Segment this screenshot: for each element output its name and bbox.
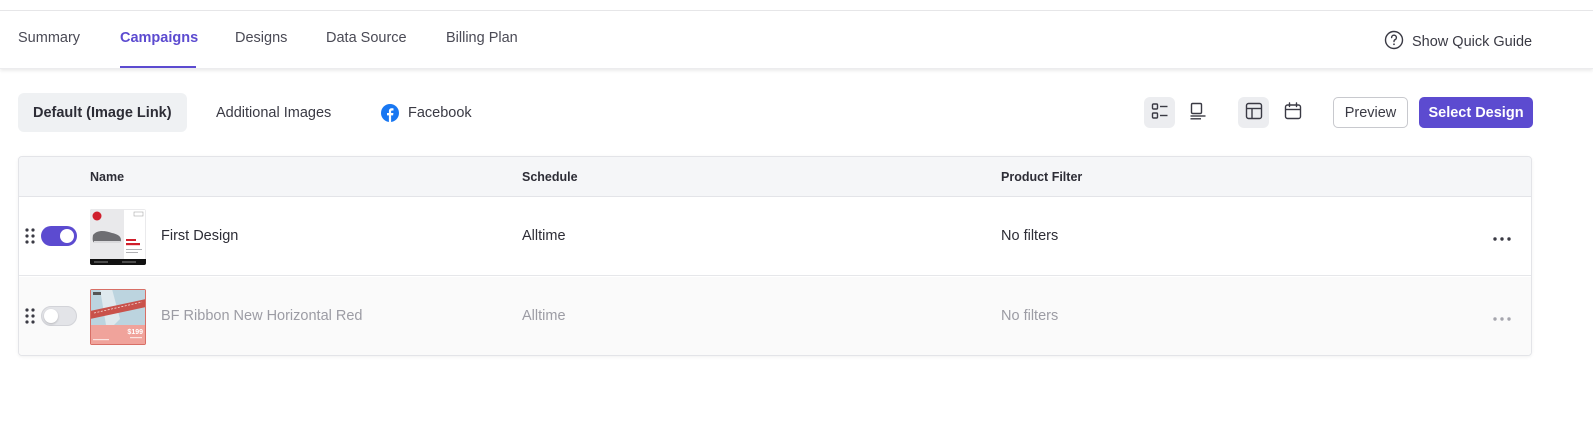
tab-designs[interactable]: Designs	[235, 30, 287, 46]
more-horizontal-icon	[1492, 309, 1512, 325]
compact-view-icon	[1188, 101, 1208, 124]
show-quick-guide-button[interactable]: Show Quick Guide	[1384, 30, 1532, 54]
column-header-product-filter: Product Filter	[1001, 170, 1083, 184]
show-quick-guide-label: Show Quick Guide	[1412, 34, 1533, 50]
active-tab-indicator	[120, 66, 196, 68]
drag-handle-icon[interactable]	[25, 228, 35, 244]
row-more-options-button[interactable]	[1490, 305, 1514, 329]
column-header-name: Name	[90, 170, 125, 184]
design-enabled-toggle[interactable]	[41, 306, 77, 326]
design-schedule: Alltime	[522, 308, 566, 324]
thumbnail-price: $199	[127, 329, 143, 336]
subtab-default-image-link[interactable]: Default (Image Link)	[18, 93, 187, 132]
tab-data-source[interactable]: Data Source	[326, 30, 407, 46]
list-view-button[interactable]	[1144, 97, 1175, 128]
question-circle-icon	[1384, 30, 1404, 54]
design-thumbnail[interactable]	[90, 209, 146, 265]
subtab-facebook[interactable]: Facebook	[381, 93, 472, 132]
subtab-facebook-label: Facebook	[408, 104, 472, 121]
facebook-icon	[381, 103, 399, 122]
design-name: BF Ribbon New Horizontal Red	[161, 308, 363, 324]
design-product-filter: No filters	[1001, 228, 1059, 244]
tab-campaigns[interactable]: Campaigns	[120, 30, 198, 46]
more-horizontal-icon	[1492, 229, 1512, 245]
table-view-button[interactable]	[1238, 97, 1269, 128]
row-more-options-button[interactable]	[1490, 225, 1514, 249]
designs-table: Name Schedule Product Filter First Desig…	[18, 156, 1532, 356]
design-name: First Design	[161, 228, 239, 244]
design-schedule: Alltime	[522, 228, 566, 244]
design-enabled-toggle[interactable]	[41, 226, 77, 246]
calendar-icon	[1283, 101, 1303, 124]
table-view-icon	[1244, 101, 1264, 124]
column-header-schedule: Schedule	[522, 170, 578, 184]
design-thumbnail[interactable]: $199	[90, 289, 146, 345]
subtab-additional-images[interactable]: Additional Images	[216, 93, 331, 132]
calendar-view-button[interactable]	[1277, 97, 1308, 128]
tab-summary[interactable]: Summary	[18, 30, 80, 46]
table-header: Name Schedule Product Filter	[19, 157, 1531, 197]
drag-handle-icon[interactable]	[25, 308, 35, 324]
table-row: $199 BF Ribbon New Horizontal Red Alltim…	[19, 277, 1531, 355]
design-product-filter: No filters	[1001, 308, 1059, 324]
top-navigation: Summary Campaigns Designs Data Source Bi…	[0, 11, 1593, 69]
list-view-icon	[1150, 101, 1170, 124]
select-design-button[interactable]: Select Design	[1419, 97, 1533, 128]
table-row: First Design Alltime No filters	[19, 197, 1531, 276]
tab-billing-plan[interactable]: Billing Plan	[446, 30, 518, 46]
preview-button[interactable]: Preview	[1333, 97, 1408, 128]
compact-view-button[interactable]	[1182, 97, 1213, 128]
